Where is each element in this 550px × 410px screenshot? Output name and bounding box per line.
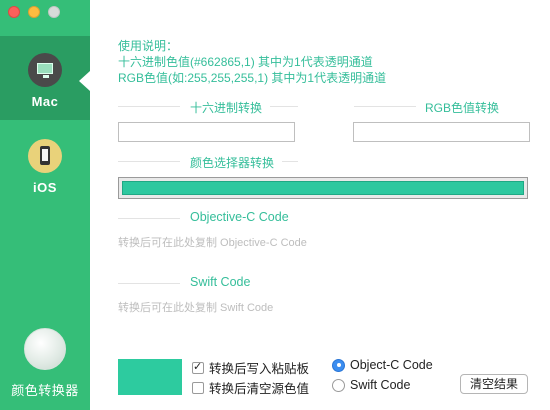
zoom-window-button[interactable] [48,6,60,18]
radio-icon [332,378,345,392]
picker-section-title: 颜色选择器转换 [190,156,275,170]
color-well[interactable] [118,177,528,199]
color-preview-swatch [118,359,182,395]
hex-input[interactable] [118,122,295,142]
divider [118,218,180,219]
swift-output[interactable]: 转换后可在此处复制 Swift Code [118,299,273,315]
rgb-input[interactable] [353,122,530,142]
phone-icon [28,139,62,173]
sidebar: Mac iOS 颜色转换器 [0,0,90,410]
monitor-icon [28,53,62,87]
window-controls [8,6,60,18]
hex-section-title: 十六进制转换 [190,101,263,115]
checkbox-label: 转换后写入粘贴板 [209,362,310,376]
write-clipboard-checkbox[interactable]: 转换后写入粘贴板 [192,358,309,377]
divider [354,106,416,107]
clear-results-button[interactable]: 清空结果 [460,374,528,394]
divider [282,161,298,162]
radio-selected-icon [332,358,345,372]
sidebar-item-ios[interactable]: iOS [0,130,90,204]
checkbox-label: 转换后清空源色值 [209,382,310,396]
divider [118,161,180,162]
minimize-window-button[interactable] [28,6,40,18]
objc-radio[interactable]: Object-C Code [332,358,433,372]
instructions-line-hex: 十六进制色值(#662865,1) 其中为1代表透明通道 [118,55,373,69]
color-converter-icon [24,328,66,370]
divider [270,106,298,107]
checkbox-icon [192,360,204,374]
sidebar-item-label: Mac [31,94,59,109]
instructions-line-rgb: RGB色值(如:255,255,255,1) 其中为1代表透明通道 [118,71,387,85]
objc-section-title: Objective-C Code [190,210,289,224]
rgb-section-title: RGB色值转换 [425,101,500,115]
sidebar-item-label: iOS [33,180,57,195]
active-item-pointer [79,71,90,91]
picked-color-fill [122,181,524,195]
instructions-title: 使用说明： [118,39,179,53]
sidebar-item-label: 颜色转换器 [11,383,79,398]
radio-label: Swift Code [350,378,411,392]
radio-label: Object-C Code [350,358,433,372]
objc-output[interactable]: 转换后可在此处复制 Objective-C Code [118,234,307,250]
close-window-button[interactable] [8,6,20,18]
divider [118,106,180,107]
clear-source-checkbox[interactable]: 转换后清空源色值 [192,378,309,397]
sidebar-item-mac[interactable]: Mac [0,36,90,120]
swift-radio[interactable]: Swift Code [332,378,410,392]
checkbox-icon [192,381,204,394]
sidebar-item-color-converter[interactable]: 颜色转换器 [0,318,90,410]
main-panel: 使用说明： 十六进制色值(#662865,1) 其中为1代表透明通道 RGB色值… [90,0,550,410]
divider [118,283,180,284]
usage-instructions: 使用说明： 十六进制色值(#662865,1) 其中为1代表透明通道 RGB色值… [118,38,386,86]
swift-section-title: Swift Code [190,275,251,289]
